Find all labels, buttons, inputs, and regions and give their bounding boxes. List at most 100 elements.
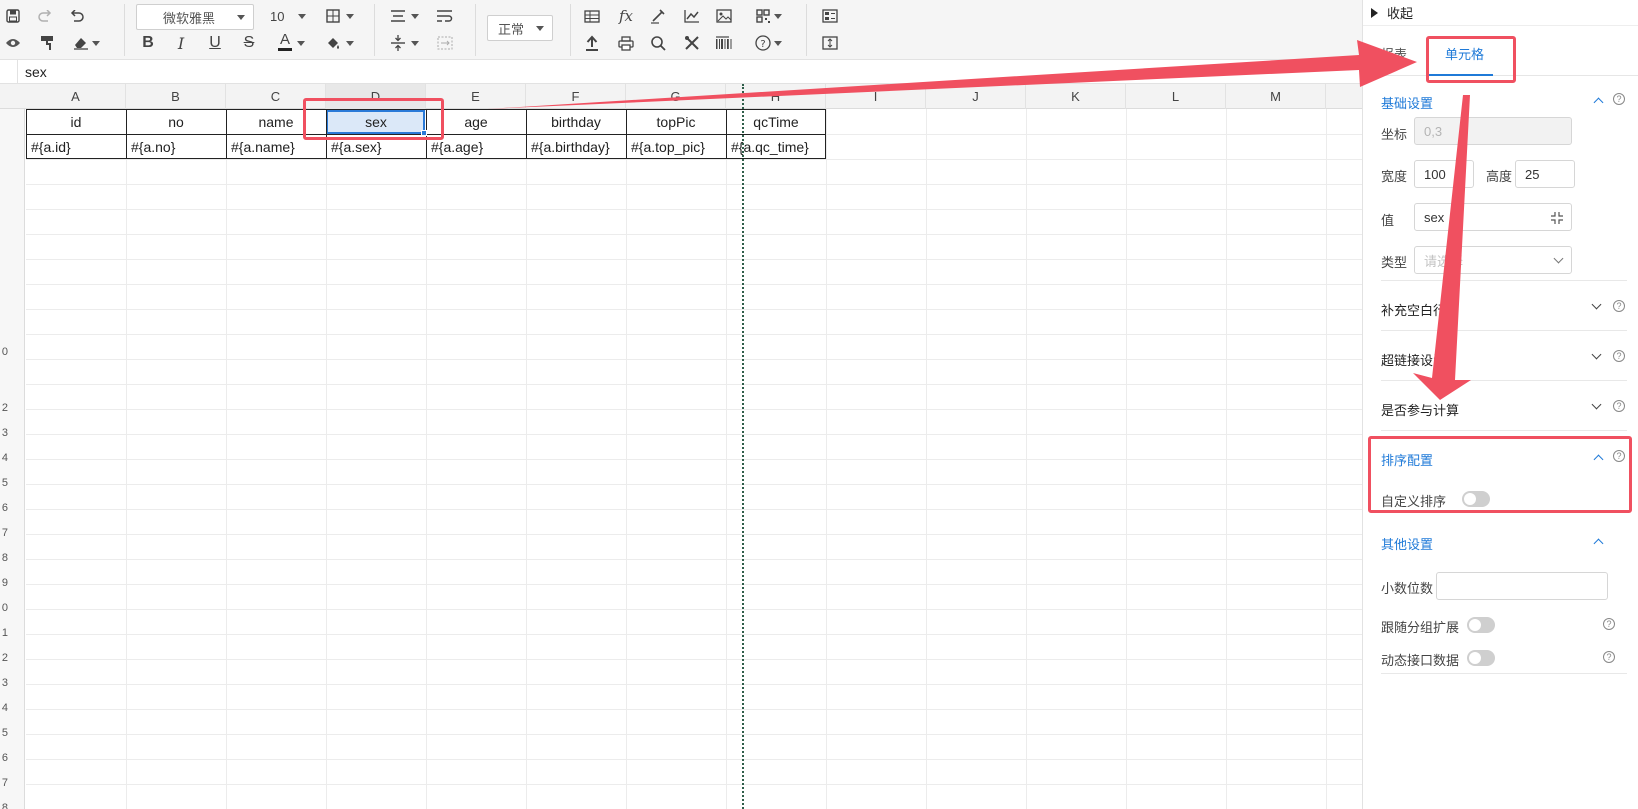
eye-icon[interactable] [4, 31, 22, 55]
row-number[interactable]: 8 [0, 552, 8, 564]
formula-bar[interactable]: sex [0, 60, 1362, 84]
formula-input[interactable]: sex [25, 64, 47, 80]
italic-icon[interactable]: I [172, 31, 190, 55]
barcode-icon[interactable] [714, 31, 734, 55]
merge-icon[interactable] [436, 31, 454, 55]
chevron-up-icon[interactable] [1593, 97, 1604, 108]
chart-icon[interactable] [682, 4, 702, 28]
format-painter-icon[interactable] [38, 31, 56, 55]
zoom-mode-select[interactable]: 正常 [487, 15, 553, 41]
row-number[interactable]: 8 [0, 802, 8, 809]
help-icon[interactable]: ? [1613, 400, 1625, 412]
header-cell[interactable]: qcTime [726, 109, 826, 134]
font-family-select[interactable]: 微软雅黑 [136, 4, 254, 30]
save-icon[interactable] [4, 4, 22, 28]
width-input[interactable]: 100 [1414, 160, 1474, 188]
tab-cell[interactable]: 单元格 [1445, 44, 1484, 63]
collapse-toggle[interactable]: 收起 [1363, 0, 1638, 26]
column-header-cell[interactable]: H [726, 84, 826, 109]
decimal-input[interactable] [1436, 572, 1608, 600]
fit-icon[interactable] [820, 31, 840, 55]
section-blank-rows-title[interactable]: 补充空白行 [1381, 300, 1446, 319]
row-number[interactable]: 0 [0, 602, 8, 614]
sheet-grid[interactable] [26, 109, 1362, 809]
row-number[interactable]: 2 [0, 402, 8, 414]
table-icon[interactable] [582, 4, 602, 28]
help-icon[interactable]: ? [754, 31, 772, 55]
image-icon[interactable] [714, 4, 734, 28]
column-header-cell[interactable]: E [426, 84, 526, 109]
custom-sort-toggle[interactable] [1462, 491, 1490, 507]
qrcode-icon[interactable] [754, 4, 772, 28]
section-sort-title[interactable]: 排序配置 [1381, 450, 1433, 469]
help-icon[interactable]: ? [1613, 450, 1625, 462]
value-cell[interactable]: #{a.qc_time} [726, 134, 826, 159]
redo-icon[interactable] [36, 4, 54, 28]
wrap-icon[interactable] [436, 4, 454, 28]
row-number[interactable]: 4 [0, 452, 8, 464]
row-number[interactable]: 7 [0, 527, 8, 539]
brush-icon[interactable] [648, 4, 668, 28]
split-icon[interactable] [820, 4, 840, 28]
tab-report[interactable]: 报表 [1381, 44, 1407, 63]
value-cell[interactable]: #{a.age} [426, 134, 526, 159]
formula-icon[interactable]: fx [616, 4, 636, 28]
chevron-up-icon[interactable] [1593, 454, 1604, 465]
value-cell[interactable]: #{a.birthday} [526, 134, 626, 159]
value-cell[interactable]: #{a.sex} [326, 134, 426, 159]
underline-icon[interactable]: U [206, 31, 224, 55]
fill-color-icon[interactable] [324, 31, 342, 55]
help-icon[interactable]: ? [1613, 93, 1625, 105]
row-number[interactable]: 3 [0, 677, 8, 689]
chevron-down-icon[interactable] [1591, 299, 1602, 310]
value-cell[interactable]: #{a.id} [26, 134, 126, 159]
row-number[interactable]: 9 [0, 577, 8, 589]
print-icon[interactable] [616, 31, 636, 55]
value-cell[interactable]: #{a.no} [126, 134, 226, 159]
align-icon[interactable] [389, 4, 407, 28]
header-cell[interactable]: topPic [626, 109, 726, 134]
help-icon[interactable]: ? [1603, 618, 1615, 630]
chevron-up-icon[interactable] [1593, 538, 1604, 549]
row-number[interactable]: 7 [0, 777, 8, 789]
value-input[interactable]: sex [1414, 203, 1572, 231]
dynamic-data-toggle[interactable] [1467, 650, 1495, 666]
column-header-cell[interactable]: K [1026, 84, 1126, 109]
borders-icon[interactable] [324, 4, 342, 28]
compress-icon[interactable] [1551, 212, 1563, 224]
header-cell[interactable]: age [426, 109, 526, 134]
search-icon[interactable] [648, 31, 668, 55]
value-cell[interactable]: #{a.name} [226, 134, 326, 159]
upload-icon[interactable] [582, 31, 602, 55]
row-number[interactable]: 5 [0, 727, 8, 739]
header-cell[interactable]: birthday [526, 109, 626, 134]
row-number[interactable]: 0 [0, 346, 8, 358]
column-header-cell[interactable]: F [526, 84, 626, 109]
row-number[interactable]: 6 [0, 502, 8, 514]
chevron-down-icon[interactable] [1591, 349, 1602, 360]
column-header-cell[interactable]: B [126, 84, 226, 109]
row-number[interactable]: 4 [0, 702, 8, 714]
eraser-icon[interactable] [72, 31, 90, 55]
value-cell[interactable]: #{a.top_pic} [626, 134, 726, 159]
help-icon[interactable]: ? [1603, 651, 1615, 663]
type-select[interactable]: 请选择 [1414, 246, 1572, 274]
section-hyperlink-title[interactable]: 超链接设置 [1381, 350, 1446, 369]
column-header-cell[interactable]: C [226, 84, 326, 109]
column-header-cell[interactable]: I [826, 84, 926, 109]
section-other-title[interactable]: 其他设置 [1381, 534, 1433, 553]
section-basic-title[interactable]: 基础设置 [1381, 93, 1433, 112]
vertical-align-icon[interactable] [389, 31, 407, 55]
help-icon[interactable]: ? [1613, 300, 1625, 312]
header-cell[interactable]: name [226, 109, 326, 134]
column-header-cell[interactable]: G [626, 84, 726, 109]
height-input[interactable]: 25 [1515, 160, 1575, 188]
row-number[interactable]: 1 [0, 627, 8, 639]
font-color-icon[interactable]: A [276, 29, 294, 53]
header-cell[interactable]: id [26, 109, 126, 134]
undo-icon[interactable] [68, 4, 86, 28]
row-number[interactable]: 3 [0, 427, 8, 439]
fill-handle[interactable] [421, 130, 427, 136]
row-number[interactable]: 6 [0, 752, 8, 764]
strikethrough-icon[interactable]: S [240, 31, 258, 55]
